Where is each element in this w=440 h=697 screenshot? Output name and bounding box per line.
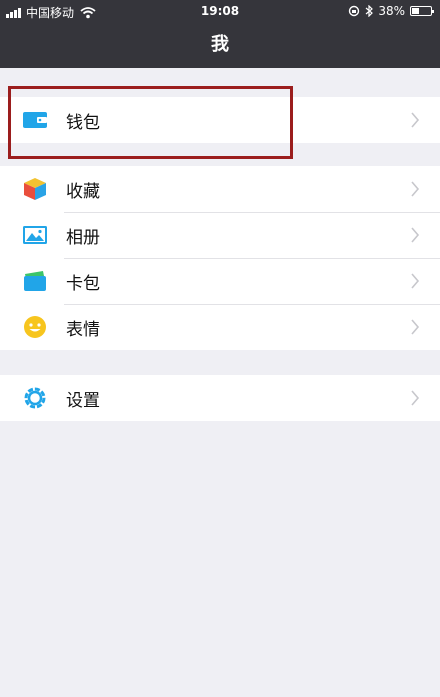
settings-group: 设置 (0, 375, 440, 421)
favorites-cube-icon (24, 178, 46, 200)
menu-item-label: 设置 (66, 390, 100, 411)
chevron-right-icon (411, 319, 420, 335)
smiley-face-icon (24, 316, 46, 338)
content-group: 收藏 相册 卡包 表情 (0, 166, 440, 350)
highlight-box (8, 86, 293, 159)
album-photo-icon (23, 226, 47, 244)
settings-gear-icon (24, 387, 46, 409)
menu-item-label: 相册 (66, 227, 100, 248)
menu-item-settings[interactable]: 设置 (0, 375, 440, 421)
menu-item-card-wallet[interactable]: 卡包 (0, 258, 440, 304)
page-title: 我 (211, 34, 229, 55)
chevron-right-icon (411, 273, 420, 289)
battery-percent: 38% (378, 4, 405, 18)
nav-bar: 我 (0, 22, 440, 68)
menu-item-label: 收藏 (66, 181, 100, 202)
chevron-right-icon (411, 227, 420, 243)
battery-icon (410, 6, 434, 16)
status-bar: 中国移动 19:08 38% (0, 0, 440, 22)
rotation-lock-icon (349, 5, 360, 17)
menu-item-stickers[interactable]: 表情 (0, 304, 440, 350)
chevron-right-icon (411, 181, 420, 197)
chevron-right-icon (411, 112, 420, 128)
card-wallet-icon (24, 271, 46, 291)
chevron-right-icon (411, 390, 420, 406)
menu-item-favorites[interactable]: 收藏 (0, 166, 440, 212)
bluetooth-icon (365, 5, 374, 17)
menu-item-album[interactable]: 相册 (0, 212, 440, 258)
menu-item-label: 卡包 (66, 273, 100, 294)
battery-fill (412, 8, 419, 14)
menu-item-label: 表情 (66, 319, 100, 340)
status-right: 38% (343, 4, 434, 18)
